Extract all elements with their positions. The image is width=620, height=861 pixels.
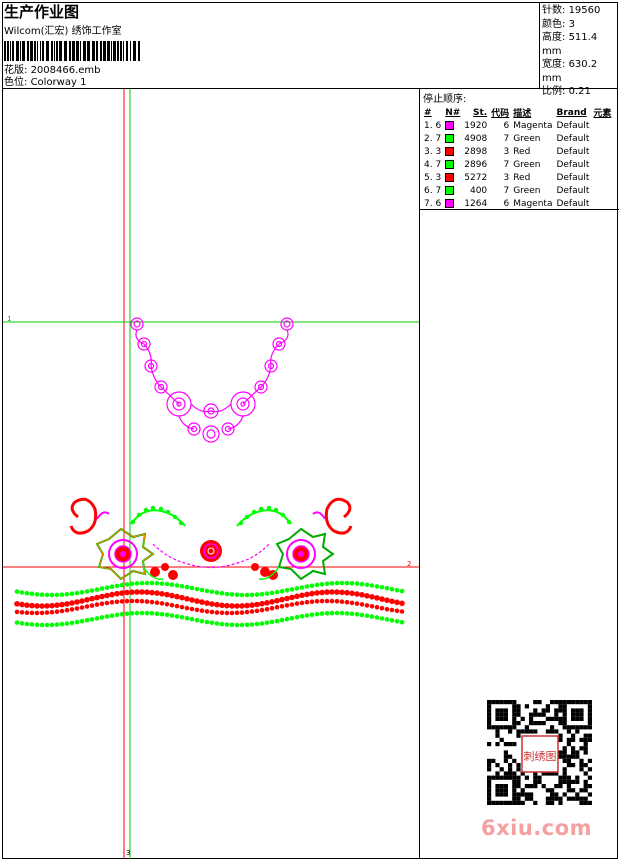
stop-row: 2. 7 4908 7 Green Default	[422, 132, 613, 145]
row-brand: Default	[556, 172, 590, 183]
page-title: 生产作业图	[4, 3, 80, 21]
qr-stamp: 刺绣图	[524, 750, 557, 763]
row-index: 6. 7	[424, 185, 442, 196]
row-code: 3	[503, 146, 510, 157]
col-needle: N#	[445, 107, 461, 118]
row-swatch	[443, 158, 462, 171]
row-code: 6	[503, 120, 510, 131]
row-brand: Default	[556, 159, 590, 170]
barcode	[4, 41, 141, 61]
stop-row: 1. 6 1920 6 Magenta Default	[422, 119, 613, 132]
stop-row: 6. 7 400 7 Green Default	[422, 184, 613, 197]
row-stitches: 2898	[464, 146, 488, 157]
col-stitches: St.	[472, 107, 488, 118]
wave-bands	[14, 580, 405, 628]
row-element	[591, 145, 613, 158]
row-desc: Red	[513, 146, 531, 157]
stop-panel-divider	[420, 209, 619, 210]
colorway-label: 色位:	[4, 77, 28, 88]
col-index: #	[424, 107, 432, 118]
row-desc: Red	[513, 172, 531, 183]
colorway-value: Colorway 1	[30, 77, 87, 88]
center-flower	[200, 540, 222, 562]
row-index: 4. 7	[424, 159, 442, 170]
row-element	[591, 119, 613, 132]
col-code: 代码	[491, 109, 510, 119]
row-desc: Green	[513, 185, 541, 196]
row-code: 7	[503, 185, 510, 196]
row-swatch	[443, 171, 462, 184]
studio-subtitle: Wilcom(汇宏) 绣饰工作室	[4, 26, 122, 37]
col-element: 元素	[593, 109, 612, 119]
stop-table-header: # N# St. 代码 描述 Brand 元素	[422, 106, 613, 120]
row-code: 7	[503, 159, 510, 170]
stop-row: 5. 3 5272 3 Red Default	[422, 171, 613, 184]
stat-height: 高度: 511.4 mm	[542, 32, 598, 57]
watermark: 6xiu.com	[481, 816, 593, 840]
axis-marker-bottom: 3	[126, 849, 130, 857]
row-desc: Green	[513, 159, 541, 170]
row-swatch	[443, 119, 462, 132]
stop-sequence-table: # N# St. 代码 描述 Brand 元素 1. 6 1920 6 Magenta…	[422, 106, 613, 210]
embroidery-preview: 1 2 3	[3, 89, 419, 859]
row-stitches: 2896	[464, 159, 488, 170]
lower-ornament	[69, 497, 353, 581]
row-code: 3	[503, 172, 510, 183]
row-index: 3. 3	[424, 146, 442, 157]
row-brand: Default	[556, 120, 590, 131]
row-swatch	[443, 132, 462, 145]
color-swatch	[445, 120, 455, 130]
axis-marker-top: 1	[7, 315, 11, 323]
color-swatch	[445, 159, 455, 169]
row-element	[591, 184, 613, 197]
stop-sequence-heading: 停止顺序:	[423, 94, 467, 105]
row-desc: Green	[513, 133, 541, 144]
right-flower	[275, 527, 335, 581]
row-brand: Default	[556, 185, 590, 196]
design-label: 花版:	[4, 65, 28, 76]
design-value: 2008466.emb	[30, 65, 101, 76]
row-index: 2. 7	[424, 133, 442, 144]
row-element	[591, 158, 613, 171]
row-desc: Magenta	[513, 120, 553, 131]
axis-marker-right: 2	[407, 560, 411, 568]
col-brand: Brand	[556, 107, 587, 118]
row-swatch	[443, 184, 462, 197]
row-brand: Default	[556, 133, 590, 144]
row-stitches: 1920	[464, 120, 488, 131]
header-left: 生产作业图 Wilcom(汇宏) 绣饰工作室 花版: 2008466.emb 色…	[4, 4, 538, 88]
row-index: 5. 3	[424, 172, 442, 183]
col-desc: 描述	[513, 109, 532, 119]
stop-row: 3. 3 2898 3 Red Default	[422, 145, 613, 158]
color-swatch	[445, 198, 455, 208]
stop-row: 4. 7 2896 7 Green Default	[422, 158, 613, 171]
stat-width: 宽度: 630.2 mm	[542, 59, 598, 84]
design-line: 花版: 2008466.emb	[4, 65, 538, 77]
left-flower	[95, 527, 155, 581]
color-swatch	[445, 172, 455, 182]
necklace-motif	[130, 317, 294, 443]
color-swatch	[445, 185, 455, 195]
row-element	[591, 171, 613, 184]
row-stitches: 5272	[464, 172, 488, 183]
row-stitches: 400	[469, 185, 488, 196]
stat-colors: 颜色: 3	[542, 18, 575, 30]
row-index: 1. 6	[424, 120, 442, 131]
row-swatch	[443, 145, 462, 158]
row-element	[591, 132, 613, 145]
stats-panel: 针数: 19560 颜色: 3 高度: 511.4 mm 宽度: 630.2 m…	[539, 2, 618, 97]
color-swatch	[445, 133, 455, 143]
qr-code: 刺绣图	[487, 700, 592, 805]
stat-stitches: 针数: 19560	[542, 5, 601, 16]
row-stitches: 4908	[464, 133, 488, 144]
row-code: 7	[503, 133, 510, 144]
row-brand: Default	[556, 146, 590, 157]
color-swatch	[445, 146, 455, 156]
